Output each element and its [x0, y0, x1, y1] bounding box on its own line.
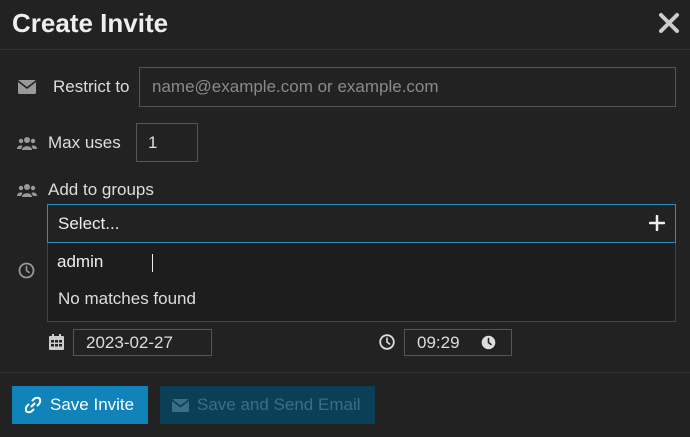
max-uses-input[interactable] [136, 123, 198, 162]
groups-select-placeholder: Select... [58, 214, 120, 233]
save-send-email-label: Save and Send Email [197, 395, 361, 414]
groups-select[interactable]: Select... [47, 204, 676, 243]
modal-title: Create Invite [12, 8, 169, 38]
save-invite-button[interactable]: Save Invite [12, 386, 148, 424]
groups-label: Add to groups [48, 180, 154, 199]
expiry-time-input[interactable] [405, 330, 477, 355]
restrict-label: Restrict to [53, 77, 130, 96]
clock-icon[interactable] [481, 335, 496, 350]
users-icon [17, 137, 37, 150]
save-invite-label: Save Invite [50, 395, 135, 414]
envelope-icon [18, 80, 36, 94]
expiry-time-field[interactable] [404, 329, 512, 356]
save-send-email-button[interactable]: Save and Send Email [160, 386, 375, 424]
restrict-input[interactable] [139, 67, 676, 107]
envelope-icon [172, 398, 189, 412]
modal-header: Create Invite [0, 0, 690, 50]
groups-dropdown: No matches found [47, 243, 676, 322]
max-uses-label: Max uses [48, 133, 121, 152]
clock-icon [18, 262, 35, 279]
users-icon [17, 184, 37, 197]
clock-icon [379, 334, 395, 350]
plus-icon[interactable] [649, 215, 665, 231]
expiry-date-input[interactable] [73, 329, 212, 356]
modal-footer: Save Invite Save and Send Email [0, 372, 690, 437]
no-matches-text: No matches found [58, 289, 196, 308]
groups-search-input[interactable] [57, 250, 357, 274]
close-icon[interactable] [656, 10, 682, 36]
text-caret [152, 254, 153, 272]
calendar-icon [49, 334, 64, 350]
link-icon [24, 396, 42, 414]
